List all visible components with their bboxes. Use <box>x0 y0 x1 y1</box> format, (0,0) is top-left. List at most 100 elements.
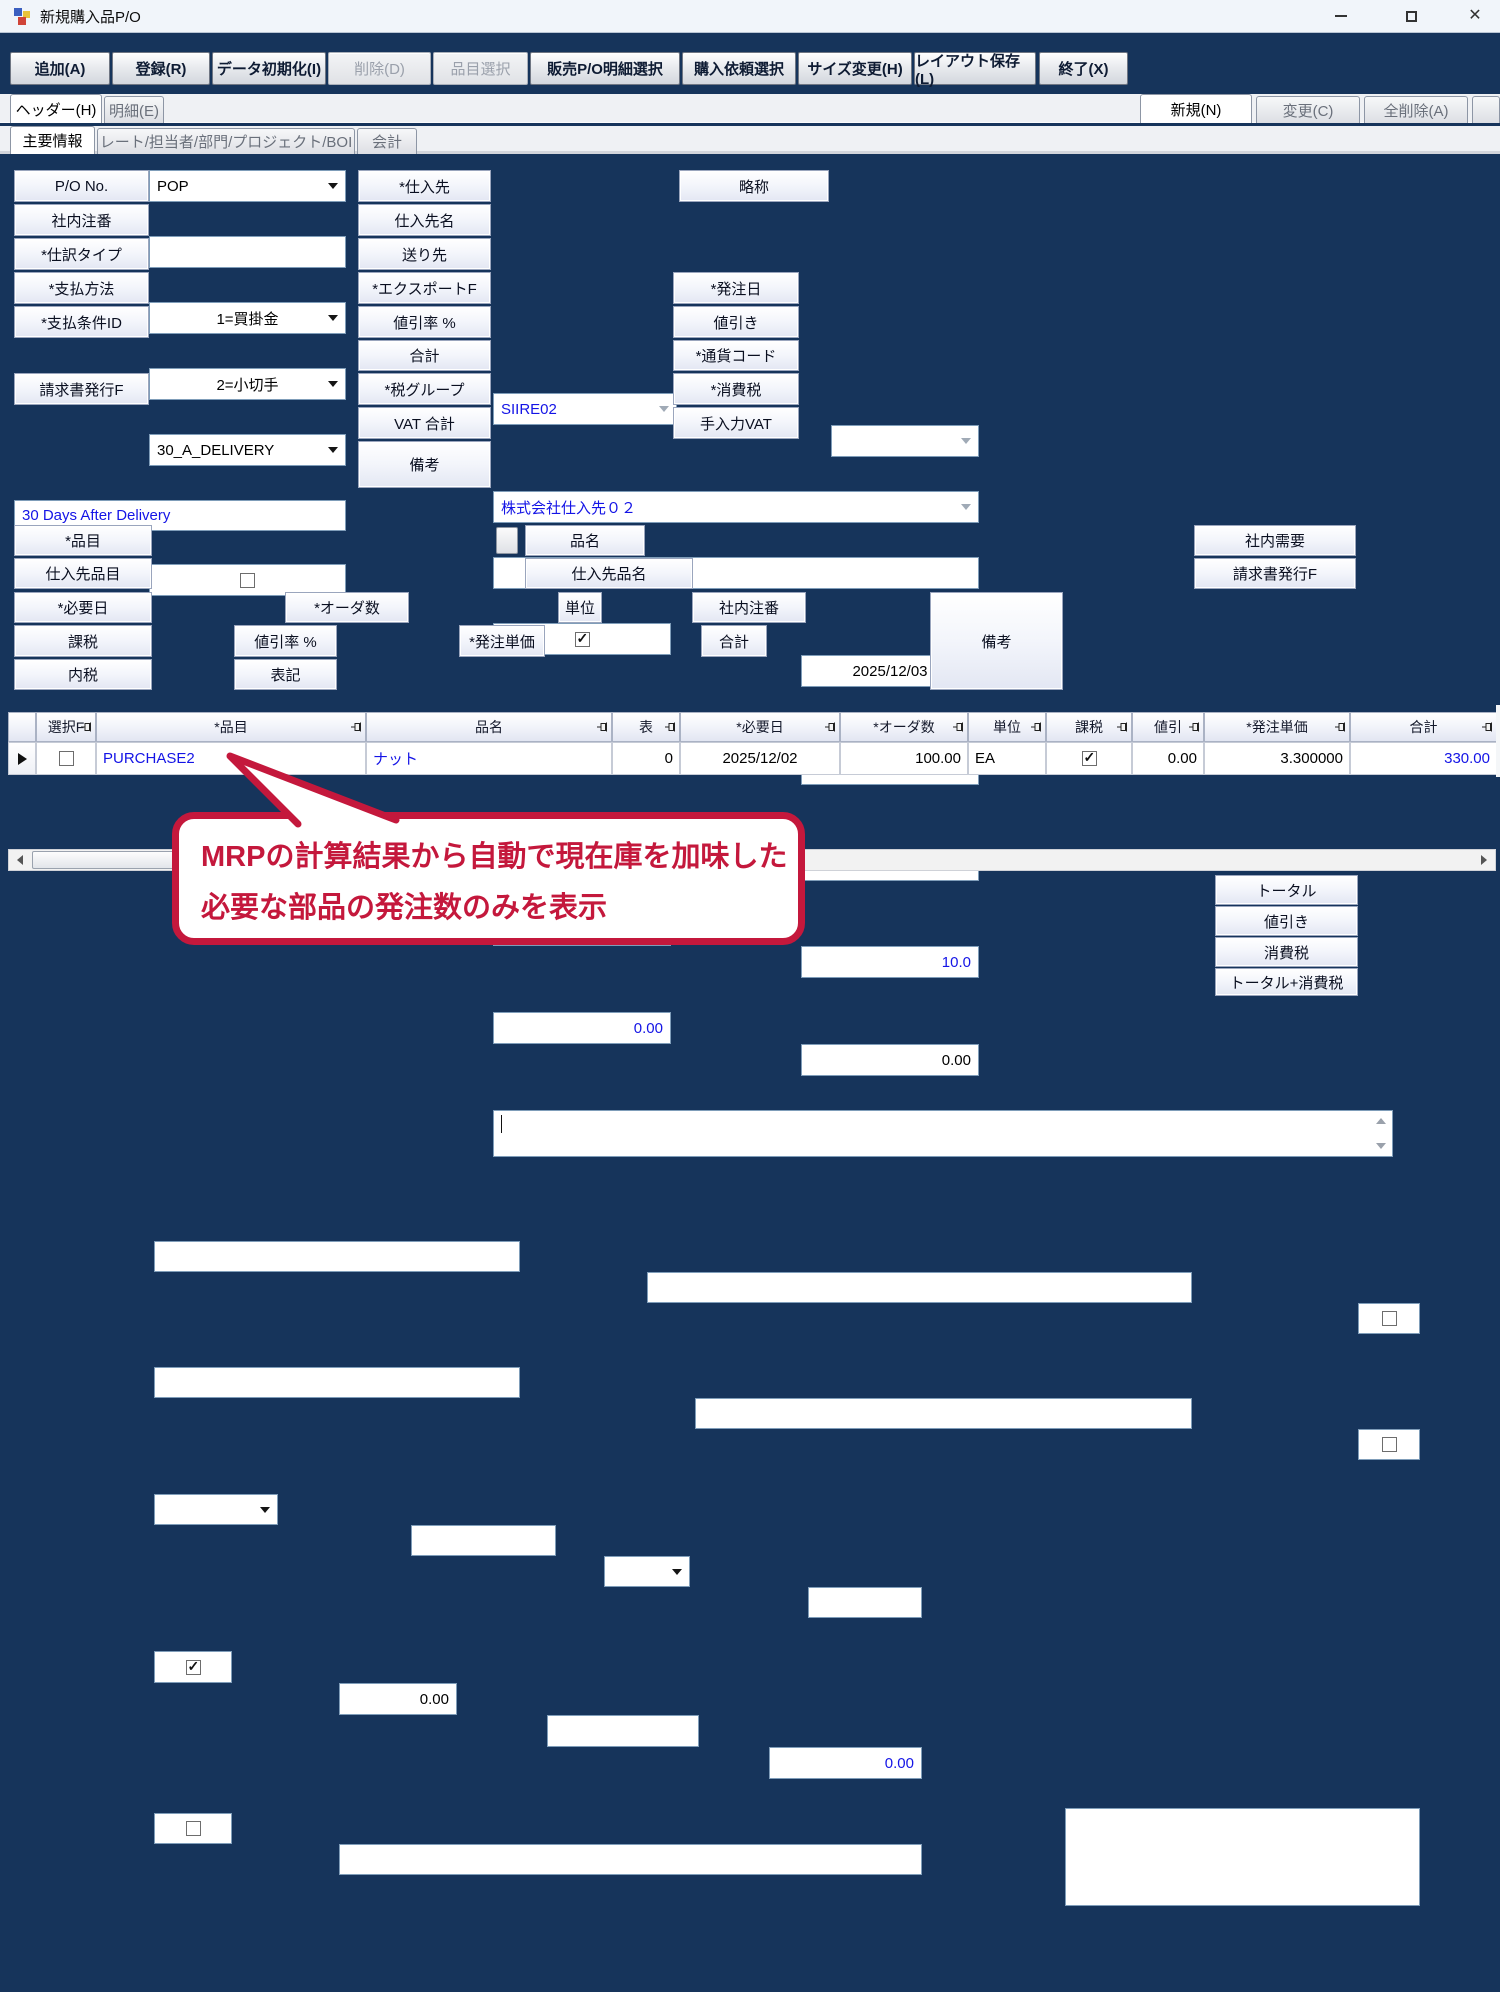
unit-combo[interactable] <box>604 1556 690 1587</box>
export-f-checkbox[interactable] <box>575 632 590 647</box>
tab-header[interactable]: ヘッダー(H) <box>10 94 102 123</box>
tab-change[interactable]: 変更(C) <box>1256 96 1360 123</box>
grid-header-hyo[interactable]: 表 <box>612 712 680 742</box>
chevron-down-icon[interactable] <box>961 438 971 444</box>
detail-internal-order-no-input[interactable] <box>808 1587 922 1618</box>
grid-header-order-qty[interactable]: *オーダ数 <box>840 712 968 742</box>
grid-cell-hyo[interactable]: 0 <box>612 742 680 775</box>
pin-icon[interactable] <box>1116 721 1128 733</box>
notation-input[interactable] <box>339 1844 922 1875</box>
internal-demand-checkbox[interactable] <box>1382 1311 1397 1326</box>
toolbar-register-button[interactable]: 登録(R) <box>112 52 210 85</box>
payment-method-combo[interactable]: 2=小切手 <box>149 368 346 400</box>
po-no-combo[interactable]: POP <box>149 170 346 202</box>
toolbar-data-init-button[interactable]: データ初期化(I) <box>212 52 326 85</box>
grid-cell-order-qty[interactable]: 100.00 <box>840 742 968 775</box>
tab-partial[interactable] <box>1472 96 1500 123</box>
chevron-down-icon[interactable] <box>328 447 338 453</box>
subtab-rate-etc[interactable]: レート/担当者/部門/プロジェクト/BOI <box>97 128 355 154</box>
required-date-picker[interactable] <box>154 1494 278 1525</box>
grid-header-item[interactable]: *品目 <box>96 712 366 742</box>
journal-type-combo[interactable]: 1=買掛金 <box>149 302 346 334</box>
text-caret <box>501 1115 502 1133</box>
chevron-down-icon[interactable] <box>328 381 338 387</box>
detail-remarks-textarea[interactable] <box>1065 1808 1420 1906</box>
manual-vat-input[interactable]: 0.00 <box>801 1044 979 1076</box>
subtab-main-info[interactable]: 主要情報 <box>10 126 95 154</box>
grid-header-total[interactable]: 合計 <box>1350 712 1497 742</box>
item-name-input[interactable] <box>647 1272 1192 1303</box>
grid-header-item-name[interactable]: 品名 <box>366 712 612 742</box>
chevron-down-icon[interactable] <box>260 1507 270 1513</box>
supplier-combo[interactable]: SIIRE02 <box>493 393 677 425</box>
pin-icon[interactable] <box>1188 721 1200 733</box>
item-input[interactable] <box>154 1241 520 1272</box>
h-scrollbar-right-button[interactable] <box>1473 850 1495 870</box>
close-button[interactable]: ✕ <box>1452 0 1498 32</box>
consumption-tax-input[interactable]: 10.0 <box>801 946 979 978</box>
grid-cell-select-f[interactable] <box>36 742 96 775</box>
remarks-textarea[interactable] <box>493 1110 1393 1157</box>
pin-icon[interactable] <box>1334 721 1346 733</box>
tab-new[interactable]: 新規(N) <box>1140 94 1252 123</box>
pin-icon[interactable] <box>664 721 676 733</box>
abbreviation-combo[interactable] <box>831 425 979 457</box>
toolbar-resize-button[interactable]: サイズ変更(H) <box>798 52 912 85</box>
grid-row-marker-cell[interactable] <box>8 742 36 775</box>
pin-icon[interactable] <box>824 721 836 733</box>
tab-delete-all[interactable]: 全削除(A) <box>1364 96 1468 123</box>
detail-discount-rate-input[interactable]: 0.00 <box>339 1683 457 1715</box>
toolbar-layout-save-button[interactable]: レイアウト保存(L) <box>914 52 1036 85</box>
grid-header-discount[interactable]: 値引 <box>1132 712 1204 742</box>
subtab-accounting[interactable]: 会計 <box>357 128 417 154</box>
grid-header-unit[interactable]: 単位 <box>968 712 1046 742</box>
grid-cell-discount[interactable]: 0.00 <box>1132 742 1204 775</box>
pin-icon[interactable] <box>350 721 362 733</box>
invoice-issue-f-checkbox[interactable] <box>240 573 255 588</box>
grid-taxable-checkbox[interactable] <box>1082 751 1097 766</box>
minimize-button[interactable] <box>1318 0 1364 32</box>
grid-cell-unit-price[interactable]: 3.300000 <box>1204 742 1350 775</box>
toolbar-delete-button: 削除(D) <box>328 52 431 85</box>
payment-terms-id-combo[interactable]: 30_A_DELIVERY <box>149 434 346 466</box>
toolbar-add-button[interactable]: 追加(A) <box>10 52 110 85</box>
scroll-down-icon[interactable] <box>1376 1143 1386 1149</box>
toolbar-exit-button[interactable]: 終了(X) <box>1039 52 1128 85</box>
pin-icon[interactable] <box>1030 721 1042 733</box>
grid-header-select-f[interactable]: 選択F <box>36 712 96 742</box>
h-scrollbar-left-button[interactable] <box>9 850 31 870</box>
chevron-down-icon[interactable] <box>328 315 338 321</box>
pin-icon[interactable] <box>80 721 92 733</box>
grid-select-checkbox[interactable] <box>59 751 74 766</box>
grid-cell-required-date[interactable]: 2025/12/02 <box>680 742 840 775</box>
detail-invoice-issue-f-checkbox[interactable] <box>1382 1437 1397 1452</box>
pin-icon[interactable] <box>1481 721 1493 733</box>
chevron-down-icon[interactable] <box>672 1569 682 1575</box>
pin-icon[interactable] <box>596 721 608 733</box>
taxable-checkbox[interactable] <box>186 1660 201 1675</box>
toolbar-sales-po-detail-button[interactable]: 販売P/O明細選択 <box>530 52 680 85</box>
order-qty-input[interactable] <box>411 1525 556 1556</box>
grid-cell-unit[interactable]: EA <box>968 742 1046 775</box>
supplier-name-combo[interactable]: 株式会社仕入先０２ <box>493 491 979 523</box>
supplier-item-name-input[interactable] <box>695 1398 1192 1429</box>
maximize-button[interactable] <box>1388 0 1434 32</box>
chevron-down-icon[interactable] <box>659 406 669 412</box>
tab-detail[interactable]: 明細(E) <box>104 96 164 123</box>
chevron-down-icon[interactable] <box>328 183 338 189</box>
supplier-item-input[interactable] <box>154 1367 520 1398</box>
item-lookup-button[interactable] <box>496 527 518 554</box>
grid-cell-total[interactable]: 330.00 <box>1350 742 1497 775</box>
pin-icon[interactable] <box>952 721 964 733</box>
grid-cell-taxable[interactable] <box>1046 742 1132 775</box>
order-unit-price-input[interactable] <box>547 1715 699 1747</box>
grid-header-taxable[interactable]: 課税 <box>1046 712 1132 742</box>
remarks-label: 備考 <box>358 441 491 488</box>
chevron-down-icon[interactable] <box>961 504 971 510</box>
tax-included-checkbox[interactable] <box>186 1821 201 1836</box>
scroll-up-icon[interactable] <box>1376 1118 1386 1124</box>
grid-header-unit-price[interactable]: *発注単価 <box>1204 712 1350 742</box>
internal-order-no-input[interactable] <box>149 236 346 268</box>
grid-header-required-date[interactable]: *必要日 <box>680 712 840 742</box>
toolbar-purchase-request-button[interactable]: 購入依頼選択 <box>682 52 796 85</box>
